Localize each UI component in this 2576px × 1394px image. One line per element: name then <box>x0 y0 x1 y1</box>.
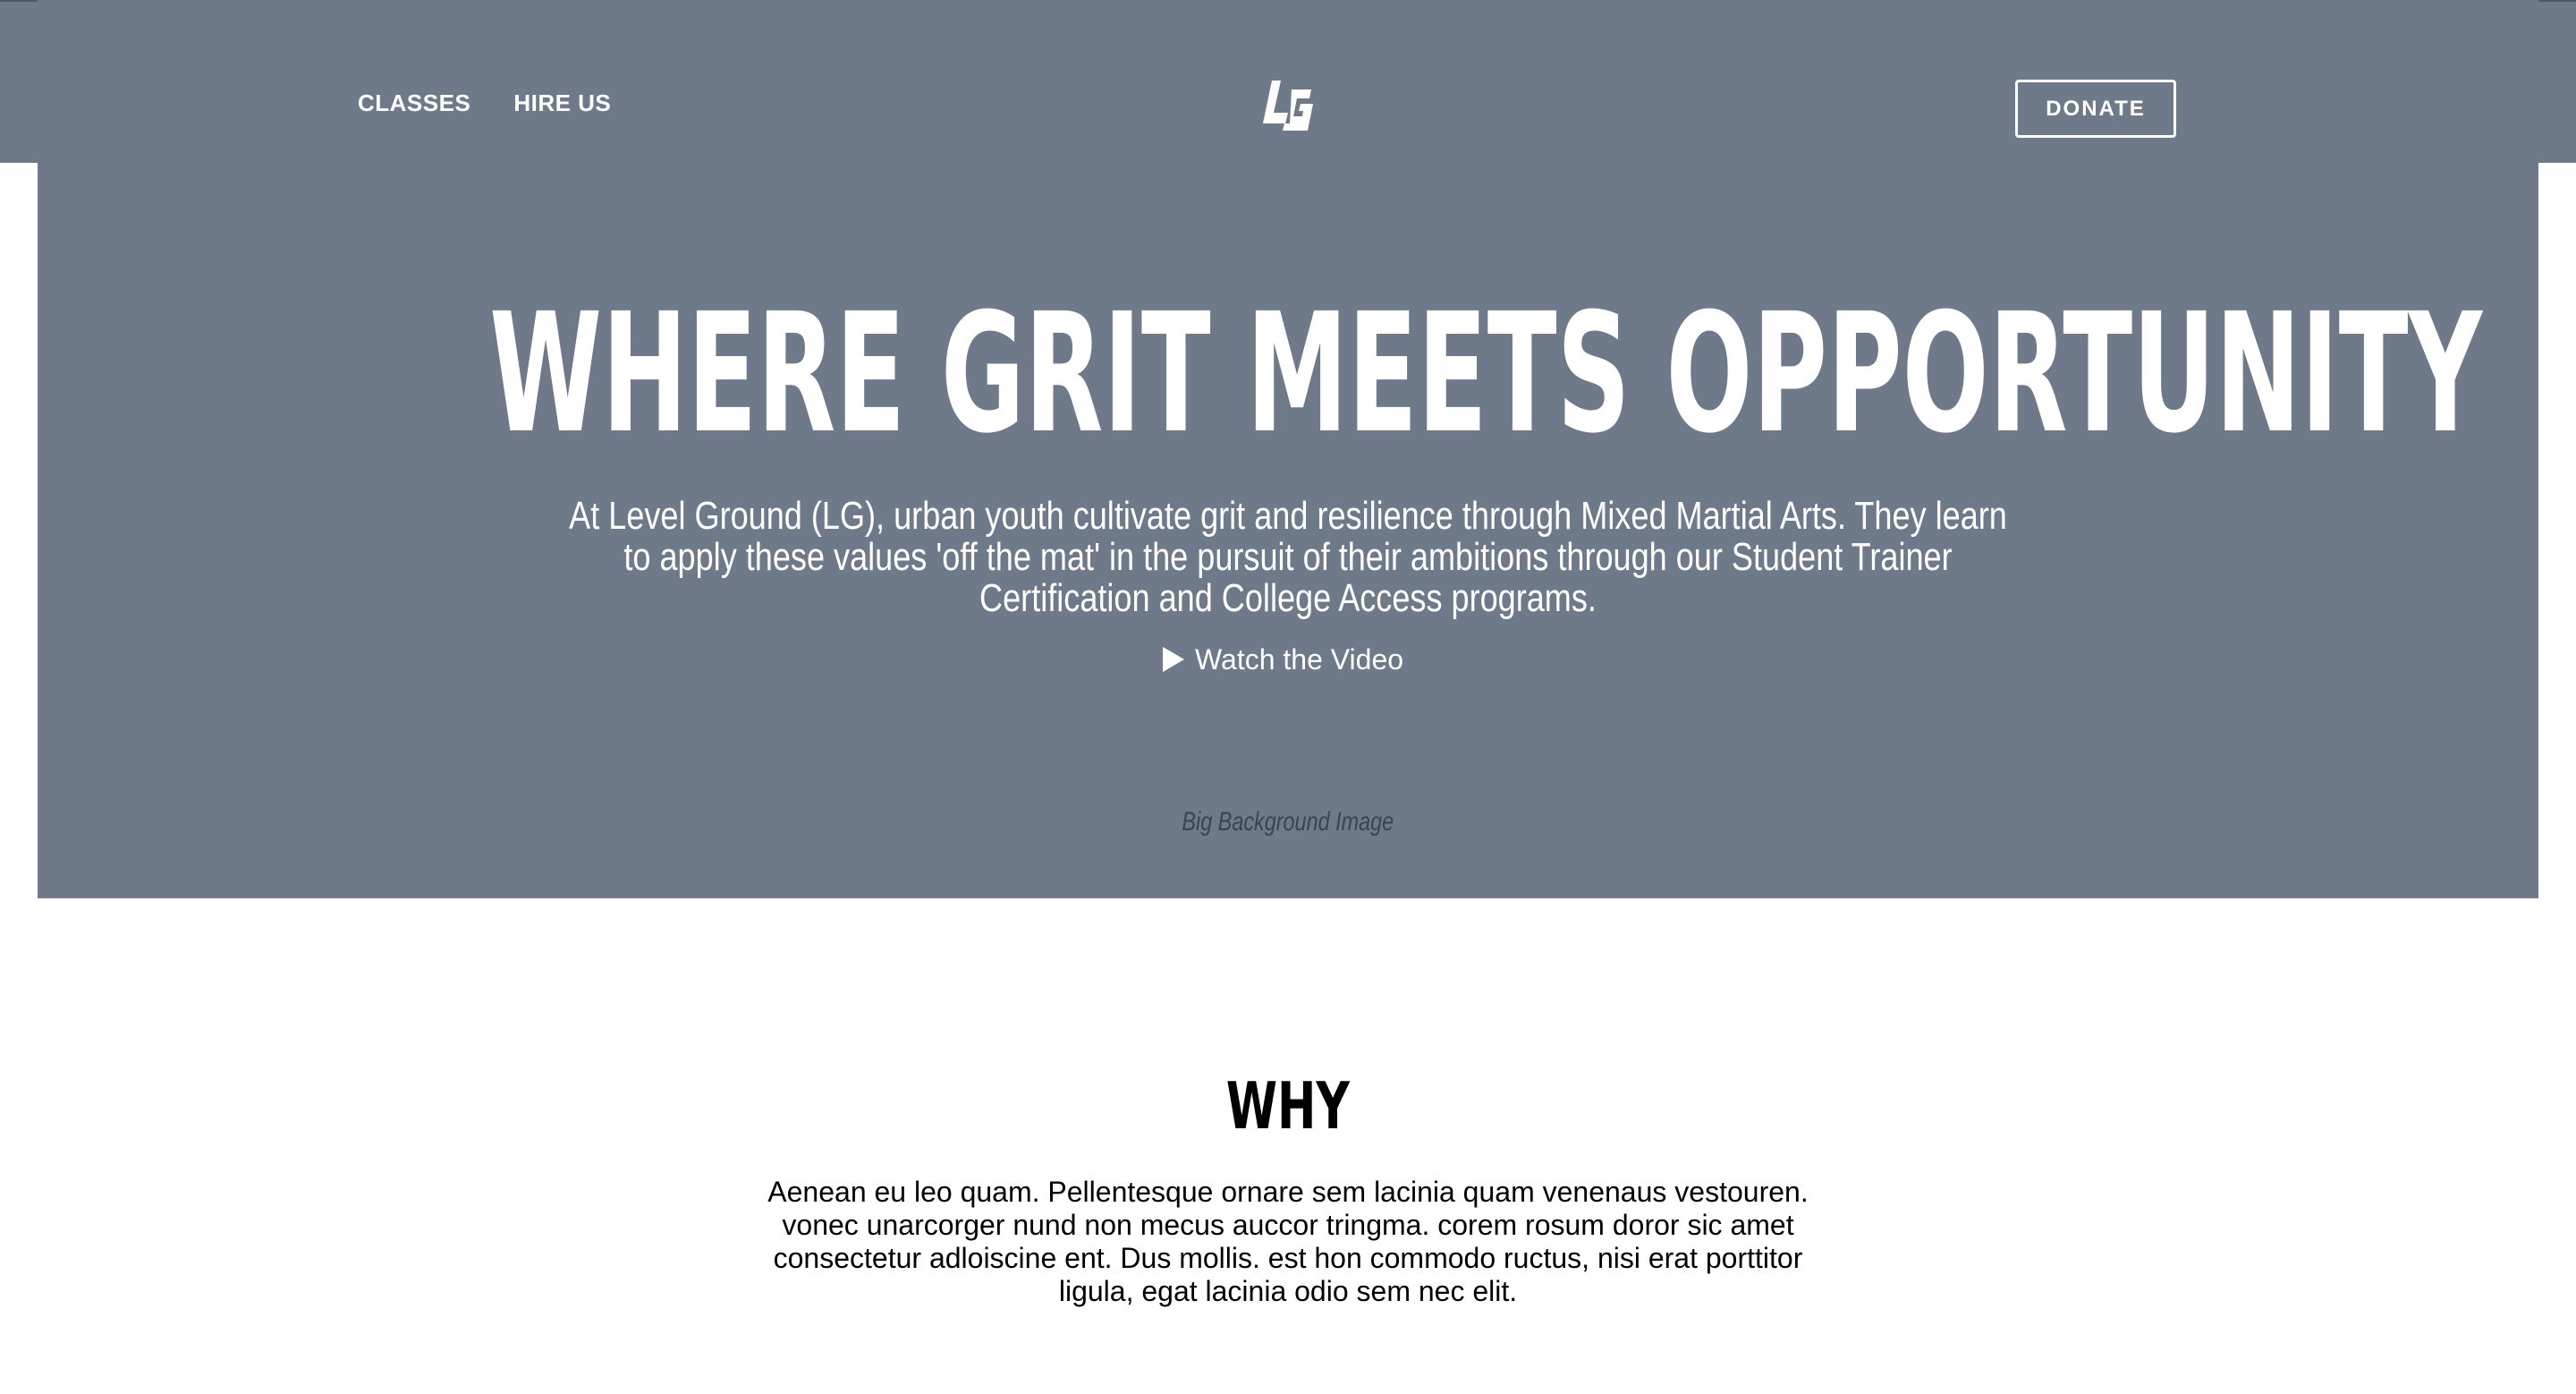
watch-video-label: Watch the Video <box>1195 642 1404 676</box>
hero-subtitle: At Level Ground (LG), urban youth cultiv… <box>394 496 2182 619</box>
background-image-caption: Big Background Image <box>0 807 2576 837</box>
lg-logo-icon[interactable] <box>1259 77 1315 136</box>
watch-video-link[interactable]: Watch the Video <box>1163 640 1413 679</box>
nav-link-classes[interactable]: CLASSES <box>358 89 470 117</box>
page: CLASSES HIRE US DONATE WHERE GRIT MEETS … <box>0 0 2576 1394</box>
main-nav: CLASSES HIRE US <box>358 89 611 117</box>
hero-subtitle-text: At Level Ground (LG), urban youth cultiv… <box>569 494 2007 620</box>
donate-button[interactable]: DONATE <box>2015 80 2176 138</box>
why-body-text: Aenean eu leo quam. Pellentesque ornare … <box>767 1176 1809 1307</box>
play-icon <box>1163 647 1184 672</box>
why-heading: WHY <box>0 1070 2576 1142</box>
background-image-caption-text: Big Background Image <box>1182 807 1394 837</box>
hero-title: WHERE GRIT MEETS OPPORTUNITY <box>489 278 2483 470</box>
why-heading-text: WHY <box>1225 1068 1351 1143</box>
nav-link-hire-us[interactable]: HIRE US <box>513 89 611 117</box>
